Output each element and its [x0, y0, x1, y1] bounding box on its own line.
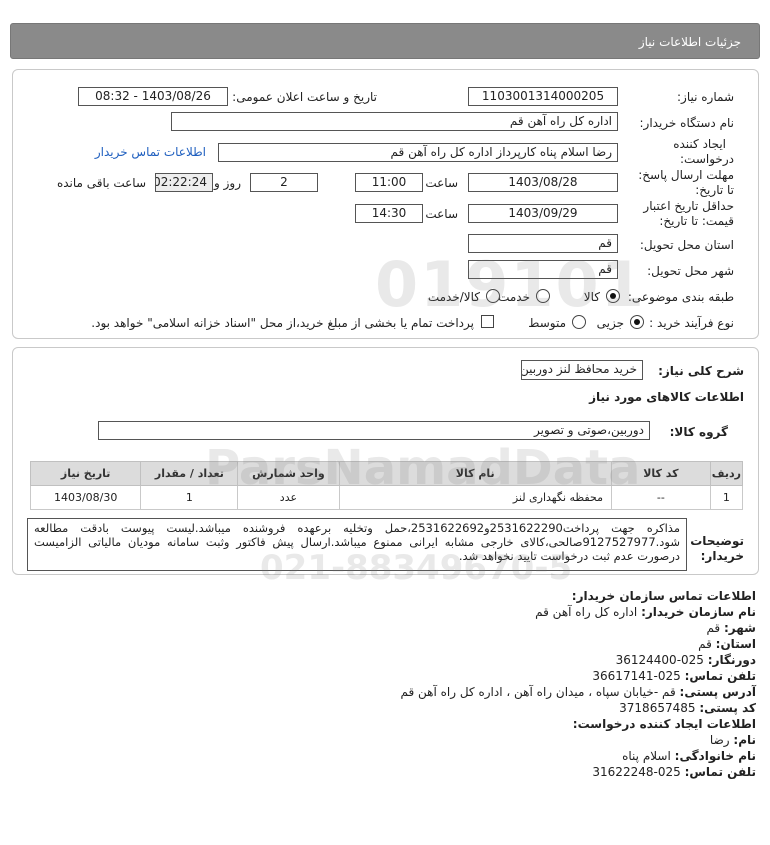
creator-phone: 025-31622248 [592, 765, 681, 779]
cell-code: -- [610, 485, 711, 510]
process-radio-minor[interactable] [630, 315, 644, 329]
buyer-notes-label-2: خریدار: [700, 549, 744, 563]
category-radio-both[interactable] [486, 289, 500, 303]
contact-fax-label: دورنگار: [707, 653, 756, 667]
creator-first-name-label: نام: [733, 733, 756, 747]
col-date: تاریخ نیاز [29, 461, 142, 486]
goods-section-title: اطلاعات کالاهای مورد نیاز [589, 390, 744, 404]
process-label: نوع فرآیند خرید : [649, 316, 734, 330]
cell-date: 1403/08/30 [29, 485, 142, 510]
contact-address: قم -خیابان سپاه ، میدان راه آهن ، اداره … [400, 685, 676, 699]
contact-postal: 3718657485 [619, 701, 696, 715]
contact-buyer-name-label: نام سازمان خریدار: [641, 605, 756, 619]
goods-panel: شرح کلی نیاز: خرید محافظ لنز دوربین اطلا… [12, 347, 759, 575]
category-option-both: کالا/خدمت [427, 290, 480, 304]
buyer-contact-link[interactable]: اطلاعات تماس خریدار [95, 145, 206, 159]
days-remaining-field[interactable]: 2 [250, 173, 318, 192]
deadline-time-label: ساعت [425, 176, 458, 190]
deadline-label-1: مهلت ارسال پاسخ: [638, 168, 734, 182]
category-radio-service[interactable] [536, 289, 550, 303]
province-label: استان محل تحویل: [639, 238, 734, 252]
col-code: کد کالا [610, 461, 711, 486]
contact-buyer-name: اداره کل راه آهن قم [535, 605, 638, 619]
cell-unit: عدد [237, 485, 340, 510]
need-number-label: شماره نیاز: [677, 90, 734, 104]
validity-label-2: قیمت: تا تاریخ: [659, 214, 734, 228]
col-unit: واحد شمارش [237, 461, 340, 486]
contact-phone: 025-36617141 [592, 669, 681, 683]
page-title: جزئیات اطلاعات نیاز [638, 35, 741, 49]
city-field[interactable]: قم [468, 260, 618, 279]
days-label: روز و [214, 176, 241, 190]
creator-label-1: ایجاد کننده [673, 137, 726, 151]
goods-table-header: ردیف کد کالا نام کالا واحد شمارش تعداد /… [29, 461, 744, 486]
treasury-payment-checkbox[interactable] [481, 315, 494, 328]
page-header: جزئیات اطلاعات نیاز [10, 23, 760, 59]
contact-fax: 025-36124400 [615, 653, 704, 667]
buyer-notes-field: مذاکره جهت پرداخت2531622290و2531622692،ح… [27, 518, 687, 571]
category-radio-goods[interactable] [606, 289, 620, 303]
creator-phone-label: تلفن تماس: [684, 765, 756, 779]
category-label: طبقه بندی موضوعی: [627, 290, 734, 304]
summary-label: شرح کلی نیاز: [658, 364, 744, 378]
goods-group-label: گروه کالا: [669, 425, 728, 439]
contact-org-title: اطلاعات تماس سازمان خریدار: [571, 589, 756, 603]
remaining-label: ساعت باقی مانده [56, 176, 146, 190]
validity-time-field[interactable]: 14:30 [355, 204, 423, 223]
summary-field[interactable]: خرید محافظ لنز دوربین [521, 360, 643, 380]
contact-address-label: آدرس پستی: [679, 685, 756, 699]
creator-first-name: رضا [709, 733, 730, 747]
cell-name: محفظه نگهداری لنز [338, 485, 612, 510]
goods-group-field[interactable]: دوربین،صوتی و تصویر [98, 421, 650, 440]
category-option-service: خدمت [498, 290, 530, 304]
province-field[interactable]: قم [468, 234, 618, 253]
col-name: نام کالا [338, 461, 612, 486]
buyer-notes-label-1: توضیحات [690, 534, 744, 548]
announce-label: تاریخ و ساعت اعلان عمومی: [232, 90, 377, 104]
validity-label-1: حداقل تاریخ اعتبار [643, 199, 734, 213]
city-label: شهر محل تحویل: [647, 264, 734, 278]
contact-phone-label: تلفن تماس: [684, 669, 756, 683]
contact-province-label: استان: [715, 637, 756, 651]
treasury-payment-note: پرداخت تمام یا بخشی از مبلغ خرید،از محل … [91, 316, 474, 330]
buyer-org-label: نام دستگاه خریدار: [639, 116, 735, 130]
cell-row: 1 [709, 485, 744, 510]
creator-label-2: درخواست: [680, 152, 734, 166]
announce-field[interactable]: 1403/08/26 - 08:32 [78, 87, 228, 106]
deadline-label-2: تا تاریخ: [695, 183, 734, 197]
creator-last-name: اسلام پناه [622, 749, 671, 763]
need-details-panel: شماره نیاز: 1103001314000205 تاریخ و ساع… [12, 69, 759, 339]
col-qty: تعداد / مقدار [140, 461, 239, 486]
col-row: ردیف [709, 461, 744, 486]
process-option-medium: متوسط [528, 316, 566, 330]
contact-city: قم [706, 621, 721, 635]
contact-city-label: شهر: [724, 621, 756, 635]
creator-info-title: اطلاعات ایجاد کننده درخواست: [572, 717, 756, 731]
cell-qty: 1 [140, 485, 239, 510]
need-number-field[interactable]: 1103001314000205 [468, 87, 618, 106]
remaining-time-field: 02:22:24 [155, 173, 213, 192]
creator-field[interactable]: رضا اسلام پناه کارپرداز اداره کل راه آهن… [218, 143, 618, 162]
validity-date-field[interactable]: 1403/09/29 [468, 204, 618, 223]
process-radio-medium[interactable] [572, 315, 586, 329]
deadline-time-field[interactable]: 11:00 [355, 173, 423, 192]
buyer-org-field[interactable]: اداره کل راه آهن قم [171, 112, 618, 131]
validity-time-label: ساعت [425, 207, 458, 221]
contact-postal-label: کد پستی: [699, 701, 756, 715]
goods-table: ردیف کد کالا نام کالا واحد شمارش تعداد /… [29, 461, 744, 510]
contact-province: قم [698, 637, 712, 651]
table-row[interactable]: 1 -- محفظه نگهداری لنز عدد 1 1403/08/30 [29, 485, 744, 510]
category-option-goods: کالا [583, 290, 600, 304]
creator-last-name-label: نام خانوادگی: [674, 749, 756, 763]
process-option-minor: جزیی [596, 316, 624, 330]
deadline-date-field[interactable]: 1403/08/28 [468, 173, 618, 192]
